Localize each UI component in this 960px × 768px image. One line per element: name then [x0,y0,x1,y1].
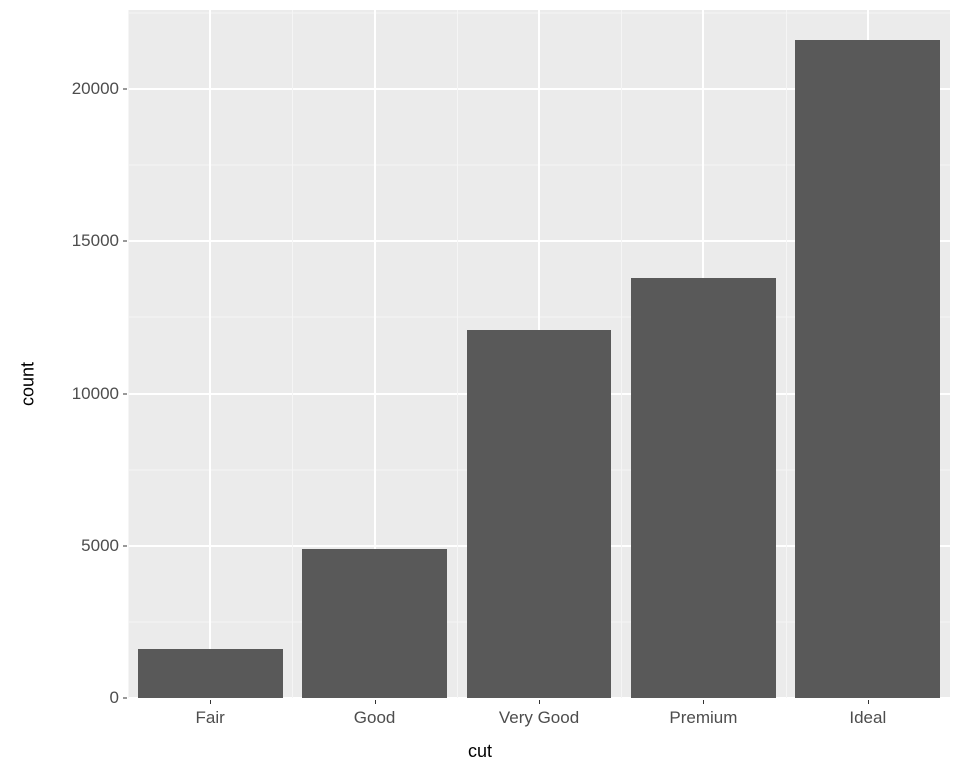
x-tick-label: Fair [196,708,225,728]
y-tick-label: 10000 [72,384,119,404]
y-tick-label: 20000 [72,79,119,99]
y-tick-label: 15000 [72,231,119,251]
bar [467,330,612,698]
x-tick-mark [210,700,211,704]
y-tick-label: 0 [110,688,119,708]
bar [795,40,940,698]
x-tick-label: Very Good [499,708,579,728]
y-axis-ticks: 05000100001500020000 [55,10,123,698]
x-tick-label: Premium [669,708,737,728]
y-tick-label: 5000 [81,536,119,556]
bar-chart: count 0 5000 10000 15000 20000 Fair Good Very … [0,0,960,768]
x-axis-ticks: Fair Good Very Good Premium Ideal [128,704,950,734]
y-tick-mark [123,89,127,90]
x-tick-label: Good [354,708,396,728]
x-tick-label: Ideal [849,708,886,728]
y-tick-mark [123,393,127,394]
y-axis-title: count [18,362,39,406]
y-tick-mark [123,698,127,699]
y-tick-mark [123,545,127,546]
bars-layer [128,10,950,698]
bar [631,278,776,698]
plot-panel [128,10,950,698]
bar [302,549,447,698]
x-axis-title: cut [468,741,492,762]
y-tick-mark [123,241,127,242]
x-tick-mark [539,700,540,704]
x-tick-mark [375,700,376,704]
x-tick-mark [868,700,869,704]
bar [138,649,283,698]
x-tick-mark [703,700,704,704]
